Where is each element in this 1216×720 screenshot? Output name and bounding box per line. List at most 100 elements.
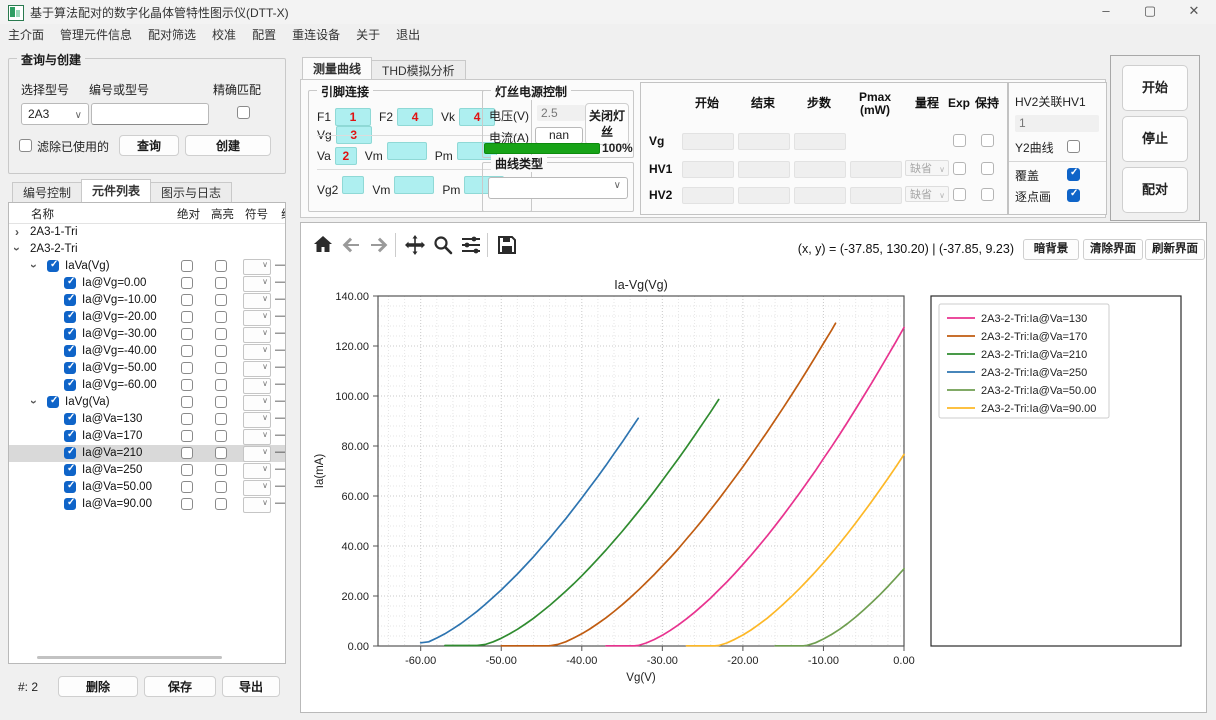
symbol-combo[interactable] [243,259,271,275]
highlight-checkbox[interactable] [215,294,227,306]
highlight-checkbox[interactable] [215,379,227,391]
left-button-导出[interactable]: 导出 [222,676,280,697]
tree-item-checkbox[interactable] [64,464,76,476]
sweep-input[interactable] [682,133,734,150]
tree-row[interactable]: Ia@Vg=-40.00— [9,343,285,360]
abs-checkbox[interactable] [181,294,193,306]
expand-icon[interactable]: › [15,225,19,239]
y2-curve-checkbox[interactable] [1067,140,1080,153]
symbol-combo[interactable] [243,293,271,309]
symbol-combo[interactable] [243,327,271,343]
highlight-checkbox[interactable] [215,464,227,476]
abs-checkbox[interactable] [181,447,193,459]
curve-type-select[interactable] [488,177,628,199]
create-button[interactable]: 创建 [185,135,271,156]
sweep-input[interactable] [850,187,902,204]
symbol-combo[interactable] [243,276,271,292]
exp-checkbox[interactable] [953,134,966,147]
abs-checkbox[interactable] [181,345,193,357]
chart-button-暗背景[interactable]: 暗背景 [1023,239,1079,260]
abs-checkbox[interactable] [181,260,193,272]
horizontal-scrollbar[interactable] [37,656,222,659]
symbol-combo[interactable] [243,395,271,411]
tree-row[interactable]: ›2A3-1-Tri [9,224,285,241]
tree-row[interactable]: Ia@Vg=-20.00— [9,309,285,326]
sweep-input[interactable] [850,161,902,178]
left-button-删除[interactable]: 删除 [58,676,138,697]
tree-row[interactable]: ›IaVg(Va)— [9,394,285,411]
keep-checkbox[interactable] [981,162,994,175]
symbol-combo[interactable] [243,344,271,360]
query-button[interactable]: 查询 [119,135,179,156]
range-combo[interactable]: 缺省 [905,160,949,176]
tab-THD模拟分析[interactable]: THD模拟分析 [371,60,466,81]
tab-图示与日志[interactable]: 图示与日志 [150,182,232,203]
abs-checkbox[interactable] [181,498,193,510]
pin-field-Va[interactable]: 2 [335,147,357,165]
symbol-combo[interactable] [243,361,271,377]
pin-field-Vm[interactable] [394,176,434,194]
tree-item-checkbox[interactable] [64,498,76,510]
chart-button-清除界面[interactable]: 清除界面 [1083,239,1143,260]
abs-checkbox[interactable] [181,379,193,391]
tree-item-checkbox[interactable] [64,328,76,340]
menu-item-配对筛选[interactable]: 配对筛选 [140,24,204,45]
symbol-combo[interactable] [243,463,271,479]
back-icon[interactable] [339,233,363,257]
title-bar[interactable]: 基于算法配对的数字化晶体管特性图示仪(DTT-X) – ▢ ✕ [0,0,1216,24]
menu-item-管理元件信息[interactable]: 管理元件信息 [52,24,140,45]
sweep-input[interactable] [794,161,846,178]
abs-checkbox[interactable] [181,311,193,323]
tree-row[interactable]: Ia@Va=90.00— [9,496,285,513]
range-combo[interactable]: 缺省 [905,186,949,202]
filter-used-checkbox[interactable] [19,139,32,152]
highlight-checkbox[interactable] [215,277,227,289]
tree-row[interactable]: Ia@Vg=-30.00— [9,326,285,343]
pan-icon[interactable] [403,233,427,257]
tree-item-checkbox[interactable] [64,413,76,425]
symbol-combo[interactable] [243,497,271,513]
sweep-input[interactable] [682,161,734,178]
tree-row[interactable]: Ia@Vg=-60.00— [9,377,285,394]
id-input[interactable] [91,103,209,125]
tree-item-checkbox[interactable] [64,430,76,442]
abs-checkbox[interactable] [181,277,193,289]
menu-item-关于[interactable]: 关于 [348,24,388,45]
collapse-icon[interactable]: › [27,400,41,404]
tree-row[interactable]: Ia@Va=210— [9,445,285,462]
subplots-icon[interactable] [459,233,483,257]
abs-checkbox[interactable] [181,481,193,493]
pin-field-Vg2[interactable] [342,176,364,194]
tree-row[interactable]: Ia@Vg=0.00— [9,275,285,292]
overlay-checkbox[interactable] [1067,168,1080,181]
tree-item-checkbox[interactable] [64,447,76,459]
tree-row[interactable]: Ia@Va=250— [9,462,285,479]
abs-checkbox[interactable] [181,413,193,425]
sweep-input[interactable] [682,187,734,204]
symbol-combo[interactable] [243,412,271,428]
menu-item-配置[interactable]: 配置 [244,24,284,45]
save-icon[interactable] [495,233,519,257]
highlight-checkbox[interactable] [215,430,227,442]
sweep-input[interactable] [794,133,846,150]
tree-item-checkbox[interactable] [64,481,76,493]
symbol-combo[interactable] [243,310,271,326]
pin-field-F2[interactable]: 4 [397,108,433,126]
home-icon[interactable] [311,233,335,257]
highlight-checkbox[interactable] [215,328,227,340]
tree-item-checkbox[interactable] [47,396,59,408]
abs-checkbox[interactable] [181,464,193,476]
collapse-icon[interactable]: › [27,264,41,268]
tree-item-checkbox[interactable] [47,260,59,272]
tab-元件列表[interactable]: 元件列表 [81,179,151,203]
abs-checkbox[interactable] [181,362,193,374]
sweep-input[interactable] [738,161,790,178]
exact-match-checkbox[interactable] [237,106,250,119]
tree-item-checkbox[interactable] [64,294,76,306]
close-button[interactable]: ✕ [1172,0,1216,24]
menu-item-重连设备[interactable]: 重连设备 [284,24,348,45]
menu-item-校准[interactable]: 校准 [204,24,244,45]
symbol-combo[interactable] [243,429,271,445]
tree-item-checkbox[interactable] [64,362,76,374]
abs-checkbox[interactable] [181,430,193,442]
